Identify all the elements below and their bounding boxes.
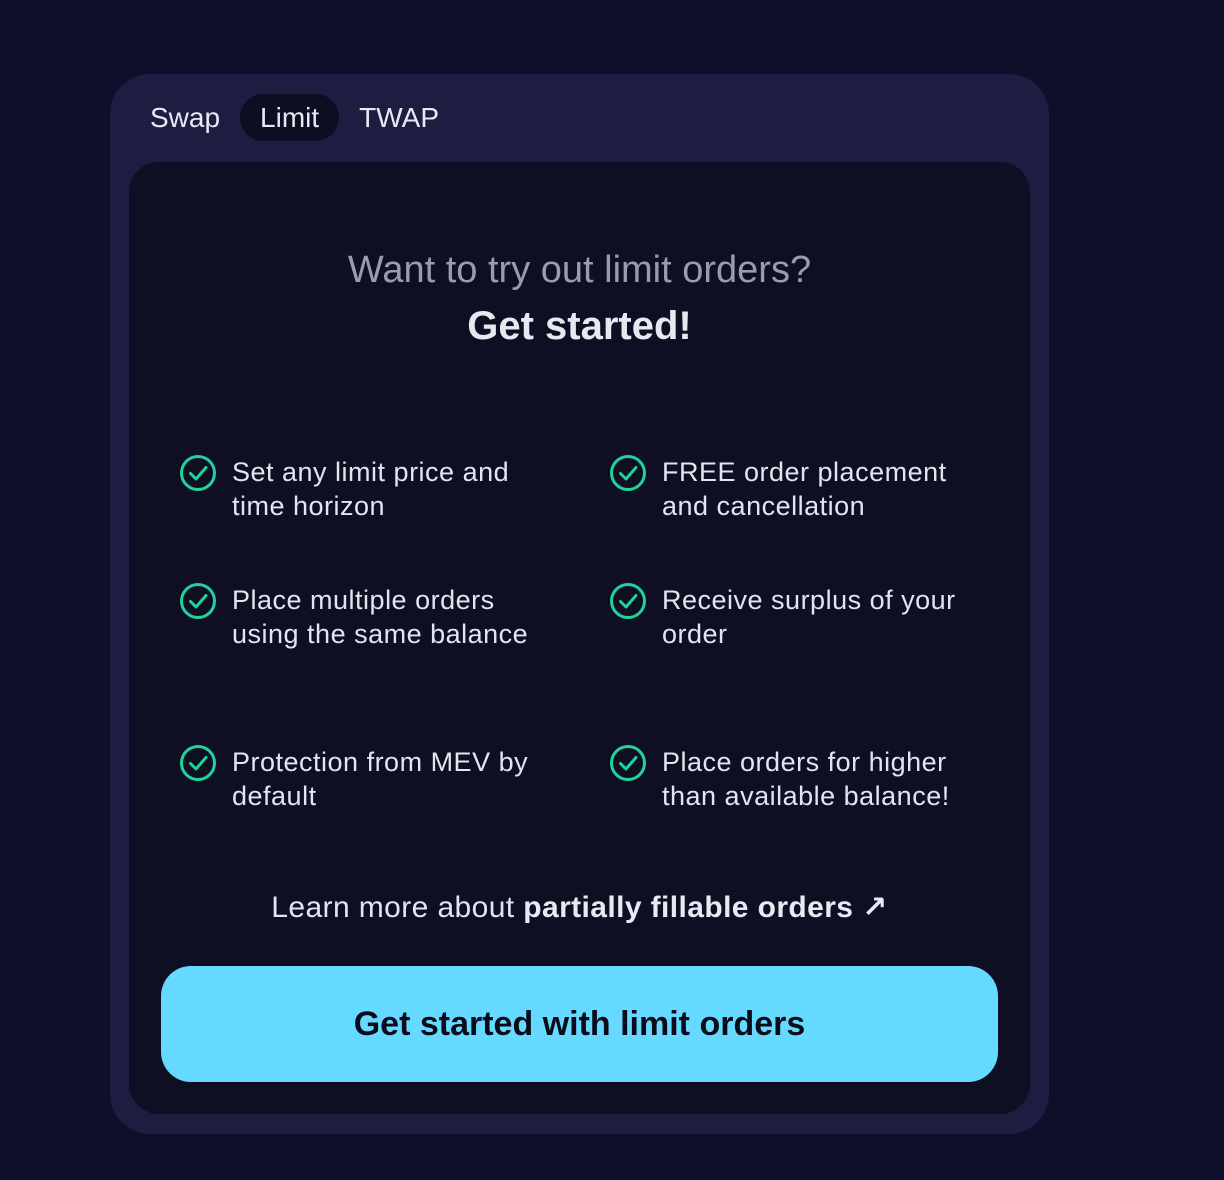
link-text: partially fillable orders — [523, 891, 854, 924]
tab-limit[interactable]: Limit — [240, 94, 340, 141]
get-started-button[interactable]: Get started with limit orders — [161, 966, 998, 1082]
tab-twap[interactable]: TWAP — [339, 94, 459, 141]
check-circle-icon — [610, 455, 646, 491]
check-circle-icon — [180, 583, 216, 619]
feature-text: Place multiple orders using the same bal… — [232, 585, 529, 649]
learn-more-prefix: Learn more about — [271, 891, 515, 924]
partially-fillable-orders-link[interactable]: partially fillable orders ↗ — [523, 891, 887, 924]
feature-item: Set any limit price and time horizon — [179, 455, 559, 523]
intro-title: Get started! — [467, 304, 692, 348]
feature-item: Place orders for higher than available b… — [609, 745, 989, 813]
intro-subtitle: Want to try out limit orders? — [347, 249, 812, 291]
limit-orders-intro-panel: Want to try out limit orders? Get starte… — [129, 162, 1030, 1114]
feature-text: Place orders for higher than available b… — [662, 747, 950, 811]
feature-text: Set any limit price and time horizon — [232, 457, 510, 521]
feature-item: Protection from MEV by default — [179, 745, 559, 813]
trade-widget: Swap Limit TWAP Want to try out limit or… — [110, 74, 1049, 1134]
feature-text: Receive surplus of your order — [662, 585, 956, 649]
intro-heading: Want to try out limit orders? Get starte… — [129, 244, 1030, 356]
check-circle-icon — [180, 455, 216, 491]
feature-item: Place multiple orders using the same bal… — [179, 583, 559, 651]
external-link-arrow-icon: ↗ — [862, 891, 888, 924]
feature-text: Protection from MEV by default — [232, 747, 529, 811]
check-circle-icon — [610, 745, 646, 781]
trade-tabs: Swap Limit TWAP — [130, 94, 459, 141]
feature-item: FREE order placement and cancellation — [609, 455, 989, 523]
tab-swap[interactable]: Swap — [130, 94, 240, 141]
learn-more-text: Learn more about partially fillable orde… — [129, 888, 1030, 928]
check-circle-icon — [610, 583, 646, 619]
feature-text: FREE order placement and cancellation — [662, 457, 947, 521]
feature-item: Receive surplus of your order — [609, 583, 989, 651]
check-circle-icon — [180, 745, 216, 781]
